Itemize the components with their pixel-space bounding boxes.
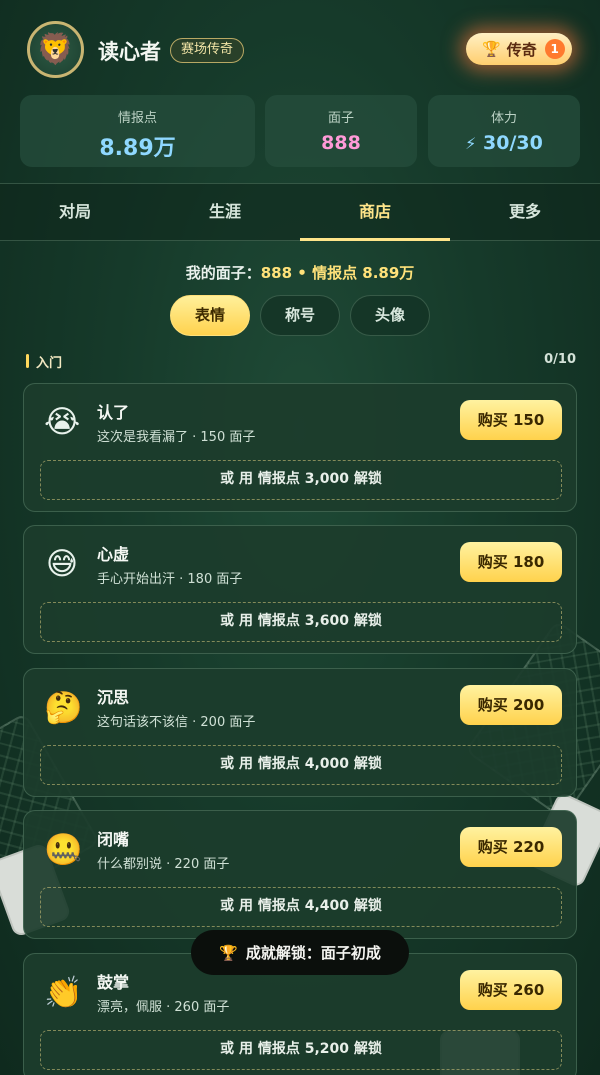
rank-level: 1 bbox=[544, 39, 565, 59]
item-description: 这次是我看漏了 · 150 面子 bbox=[97, 430, 256, 445]
zipper-mouth-icon: 🤐 bbox=[44, 832, 83, 868]
profile-header: 🦁 读心者 赛场传奇 🏆 传奇 1 bbox=[0, 0, 600, 96]
stat-value: 888 bbox=[321, 132, 361, 154]
subtab-emotes[interactable]: 表情 bbox=[170, 295, 250, 336]
section-header: 入门 0/10 bbox=[26, 352, 576, 372]
thinking-face-icon: 🤔 bbox=[44, 690, 83, 726]
section-title: 入门 bbox=[36, 356, 63, 371]
unlock-with-intel-button[interactable]: 或 用 情报点 3,000 解锁 bbox=[40, 460, 562, 500]
shop-category-tabs: 表情 称号 头像 bbox=[0, 295, 600, 336]
rank-label: 传奇 bbox=[506, 40, 537, 59]
avatar[interactable]: 🦁 bbox=[27, 21, 84, 78]
rank-badge[interactable]: 🏆 传奇 1 bbox=[466, 33, 572, 65]
stat-intel: 情报点 8.89万 bbox=[20, 95, 255, 167]
item-description: 这句话该不该信 · 200 面子 bbox=[97, 715, 256, 730]
stat-value: 8.89万 bbox=[99, 136, 176, 161]
subtab-titles[interactable]: 称号 bbox=[260, 295, 340, 336]
lightning-icon: ⚡ bbox=[465, 134, 477, 153]
shop-item: 😅 心虚 手心开始出汗 · 180 面子 购买 180 或 用 情报点 3,60… bbox=[23, 525, 577, 654]
unlock-with-intel-button[interactable]: 或 用 情报点 4,000 解锁 bbox=[40, 745, 562, 785]
item-name: 闭嘴 bbox=[97, 830, 130, 849]
unlock-with-intel-button[interactable]: 或 用 情报点 5,200 解锁 bbox=[40, 1030, 562, 1070]
stat-label: 面子 bbox=[327, 111, 354, 126]
sweat-smile-icon: 😅 bbox=[45, 546, 79, 582]
shop-item: 🤔 沉思 这句话该不该信 · 200 面子 购买 200 或 用 情报点 4,0… bbox=[23, 668, 577, 797]
balance-prefix: 我的面子： bbox=[185, 264, 261, 282]
buy-button[interactable]: 购买 260 bbox=[460, 970, 562, 1010]
tab-shop[interactable]: 商店 bbox=[300, 184, 450, 241]
stat-label: 体力 bbox=[490, 111, 517, 126]
balance-face: 888 bbox=[260, 264, 293, 282]
item-description: 漂亮，佩服 · 260 面子 bbox=[97, 1000, 230, 1015]
stat-value-row: ⚡ 30/30 bbox=[428, 132, 580, 154]
buy-button[interactable]: 购买 150 bbox=[460, 400, 562, 440]
achievement-toast: 🏆 成就解锁：面子初成 bbox=[191, 930, 409, 975]
item-name: 认了 bbox=[97, 403, 130, 422]
shop-item: 🤐 闭嘴 什么都别说 · 220 面子 购买 220 或 用 情报点 4,400… bbox=[23, 810, 577, 939]
stat-label: 情报点 bbox=[117, 111, 157, 126]
username: 读心者 bbox=[98, 40, 161, 64]
subtab-avatars[interactable]: 头像 bbox=[350, 295, 430, 336]
stat-stamina: 体力 ⚡ 30/30 bbox=[428, 95, 580, 167]
item-description: 手心开始出汗 · 180 面子 bbox=[97, 572, 243, 587]
tab-more[interactable]: 更多 bbox=[450, 184, 600, 240]
title-badge[interactable]: 赛场传奇 bbox=[170, 38, 245, 63]
unlock-with-intel-button[interactable]: 或 用 情报点 4,400 解锁 bbox=[40, 887, 562, 927]
clapping-hands-icon: 👏 bbox=[44, 975, 83, 1011]
buy-button[interactable]: 购买 180 bbox=[460, 542, 562, 582]
toast-text: 成就解锁：面子初成 bbox=[245, 944, 381, 962]
trophy-icon: 🏆 bbox=[219, 943, 238, 962]
trophy-icon: 🏆 bbox=[482, 40, 501, 58]
lion-icon: 🦁 bbox=[36, 32, 75, 67]
tab-battle[interactable]: 对局 bbox=[0, 184, 150, 240]
item-name: 鼓掌 bbox=[97, 973, 130, 992]
balance-separator: • bbox=[292, 264, 313, 282]
unlock-with-intel-button[interactable]: 或 用 情报点 3,600 解锁 bbox=[40, 602, 562, 642]
item-description: 什么都别说 · 220 面子 bbox=[97, 857, 230, 872]
item-name: 沉思 bbox=[97, 688, 130, 707]
crying-face-icon: 😭 bbox=[44, 404, 81, 440]
buy-button[interactable]: 购买 220 bbox=[460, 827, 562, 867]
tab-career[interactable]: 生涯 bbox=[150, 184, 300, 240]
stat-face: 面子 888 bbox=[265, 95, 417, 167]
main-tabs: 对局 生涯 商店 更多 bbox=[0, 183, 600, 241]
balance-line: 我的面子：888 • 情报点 8.89万 bbox=[0, 262, 600, 283]
item-name: 心虚 bbox=[97, 545, 130, 564]
balance-intel: 情报点 8.89万 bbox=[312, 264, 415, 282]
section-count: 0/10 bbox=[544, 352, 576, 367]
section-marker bbox=[26, 354, 29, 368]
shop-item: 😭 认了 这次是我看漏了 · 150 面子 购买 150 或 用 情报点 3,0… bbox=[23, 383, 577, 512]
stat-value: 30/30 bbox=[483, 132, 543, 154]
buy-button[interactable]: 购买 200 bbox=[460, 685, 562, 725]
